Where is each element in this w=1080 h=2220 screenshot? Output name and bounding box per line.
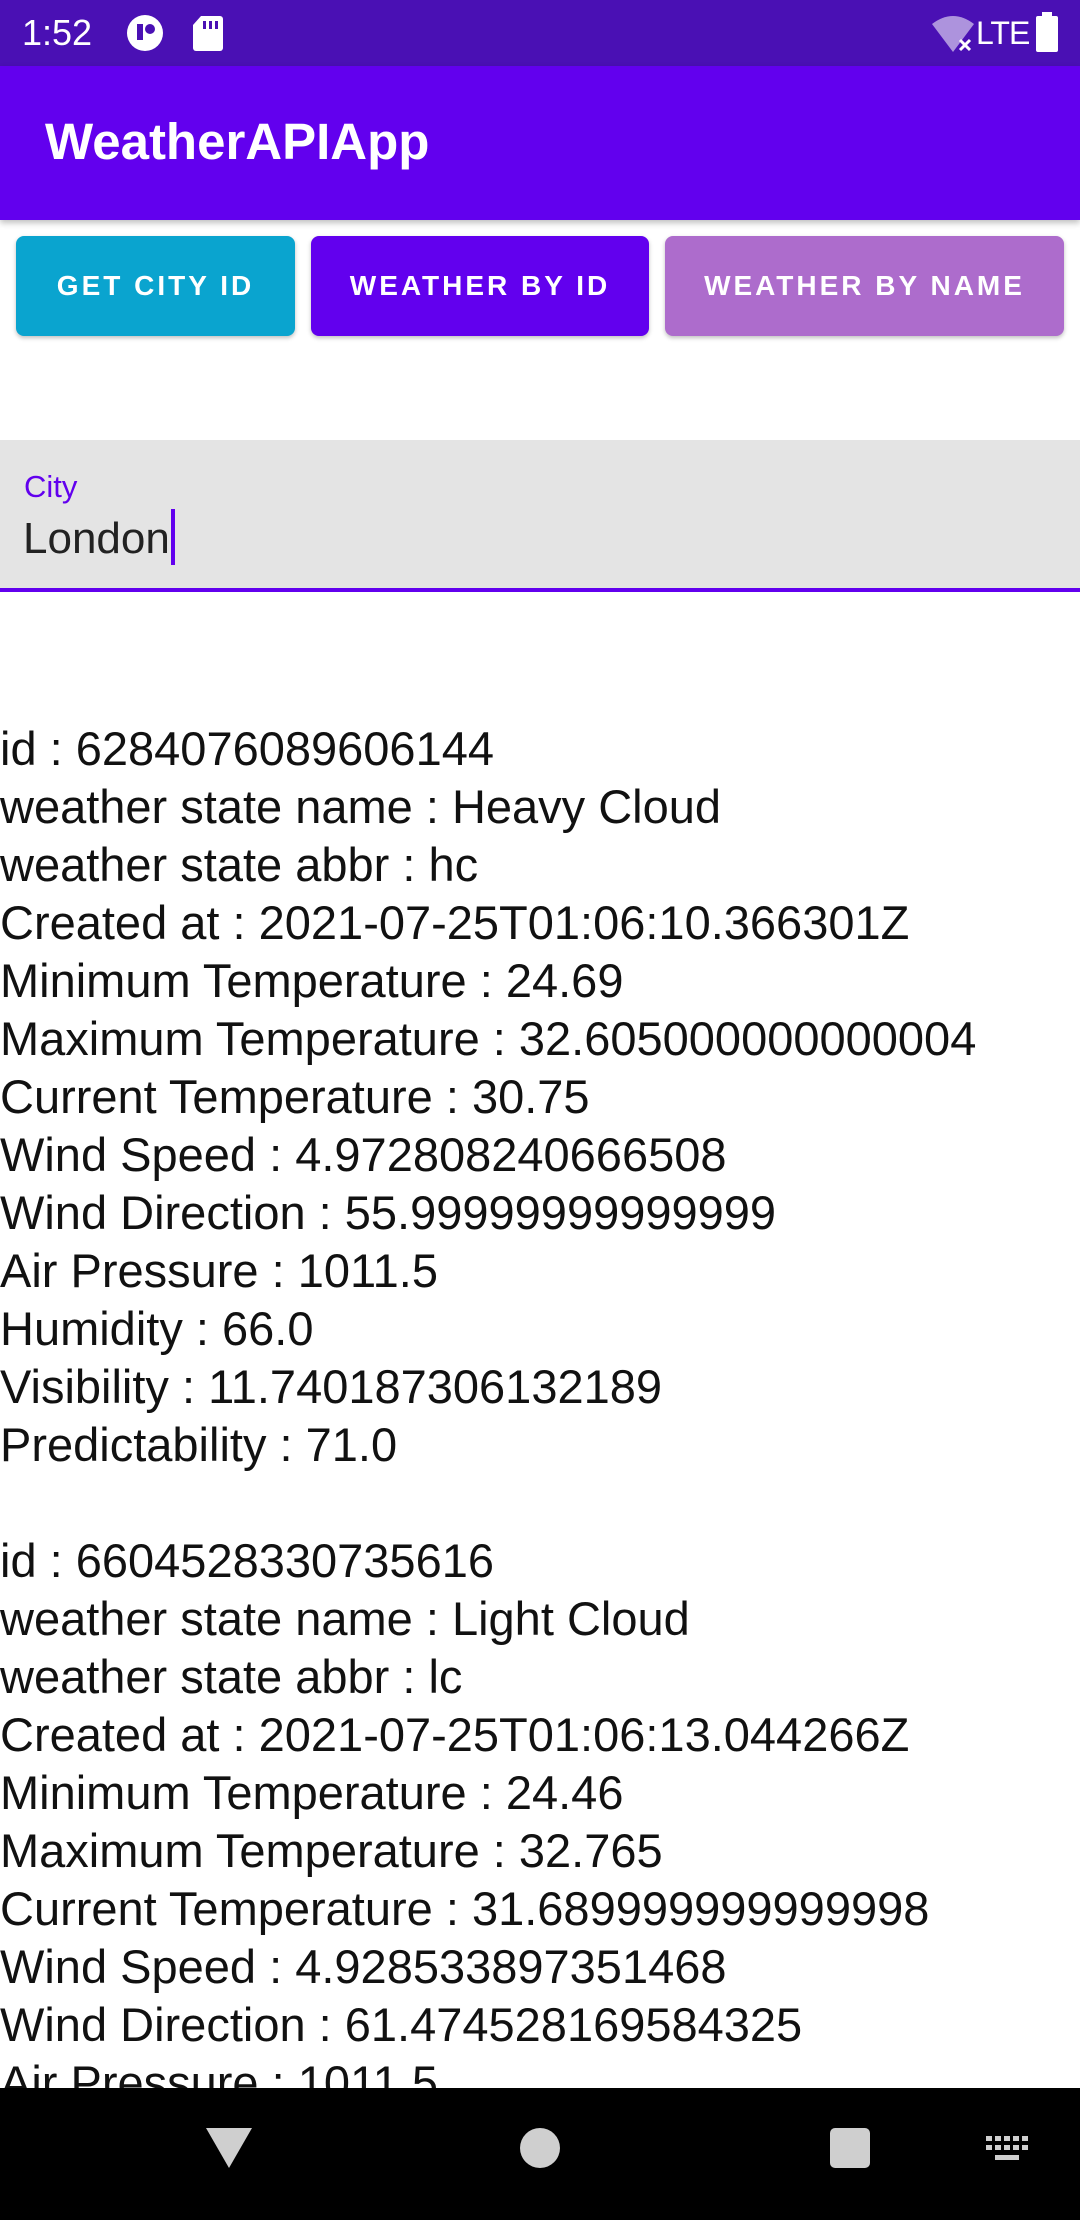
weather-results[interactable]: id : 6284076089606144 weather state name… — [0, 720, 1080, 2088]
status-bar: 1:52 LTE — [0, 0, 1080, 66]
status-time: 1:52 — [22, 12, 93, 53]
result-state-name: weather state name : Light Cloud — [0, 1592, 690, 1645]
result-max-temp: Maximum Temperature : 32.605000000000004 — [0, 1012, 977, 1065]
result-wind-direction: Wind Direction : 61.474528169584325 — [0, 1998, 803, 2051]
city-input[interactable]: London — [23, 509, 175, 569]
network-label: LTE — [976, 15, 1030, 51]
result-wind-direction: Wind Direction : 55.99999999999999 — [0, 1186, 777, 1239]
result-visibility: Visibility : 11.740187306132189 — [0, 1360, 663, 1413]
city-field-label: City — [24, 469, 78, 504]
home-icon[interactable] — [518, 2126, 562, 2170]
result-humidity: Humidity : 66.0 — [0, 1302, 314, 1355]
result-state-abbr: weather state abbr : hc — [0, 838, 479, 891]
result-min-temp: Minimum Temperature : 24.69 — [0, 954, 624, 1007]
result-block: id : 6284076089606144 weather state name… — [0, 720, 1080, 1474]
result-current-temp: Current Temperature : 31.689999999999998 — [0, 1882, 930, 1935]
weather-by-name-button[interactable]: WEATHER BY NAME — [665, 236, 1064, 336]
result-current-temp: Current Temperature : 30.75 — [0, 1070, 590, 1123]
app-notification-icon — [127, 15, 163, 51]
result-max-temp: Maximum Temperature : 32.765 — [0, 1824, 663, 1877]
result-block: id : 6604528330735616 weather state name… — [0, 1532, 1080, 2088]
result-state-abbr: weather state abbr : lc — [0, 1650, 463, 1703]
result-separator — [0, 1474, 1080, 1532]
result-wind-speed: Wind Speed : 4.928533897351468 — [0, 1940, 727, 1993]
sd-card-icon — [193, 16, 223, 51]
get-city-id-button[interactable]: GET CITY ID — [16, 236, 295, 336]
city-input-field[interactable]: City London — [0, 440, 1080, 592]
text-cursor — [170, 509, 175, 566]
result-id: id : 6604528330735616 — [0, 1534, 494, 1587]
recents-icon[interactable] — [828, 2126, 872, 2170]
app-title: WeatherAPIApp — [45, 113, 430, 170]
result-state-name: weather state name : Heavy Cloud — [0, 780, 722, 833]
result-air-pressure: Air Pressure : 1011.5 — [0, 2056, 439, 2088]
wifi-icon — [932, 16, 974, 52]
result-predictability: Predictability : 71.0 — [0, 1418, 398, 1471]
back-icon[interactable] — [204, 2126, 254, 2170]
result-air-pressure: Air Pressure : 1011.5 — [0, 1244, 439, 1297]
result-created: Created at : 2021-07-25T01:06:10.366301Z — [0, 896, 910, 949]
keyboard-icon[interactable] — [984, 2134, 1030, 2164]
result-id: id : 6284076089606144 — [0, 722, 494, 775]
city-input-value: London — [23, 514, 170, 563]
result-created: Created at : 2021-07-25T01:06:13.044266Z — [0, 1708, 910, 1761]
app-bar: WeatherAPIApp — [0, 66, 1080, 220]
battery-icon — [1036, 12, 1058, 52]
weather-by-id-button[interactable]: WEATHER BY ID — [311, 236, 649, 336]
result-wind-speed: Wind Speed : 4.972808240666508 — [0, 1128, 727, 1181]
navigation-bar — [0, 2088, 1080, 2220]
result-min-temp: Minimum Temperature : 24.46 — [0, 1766, 624, 1819]
